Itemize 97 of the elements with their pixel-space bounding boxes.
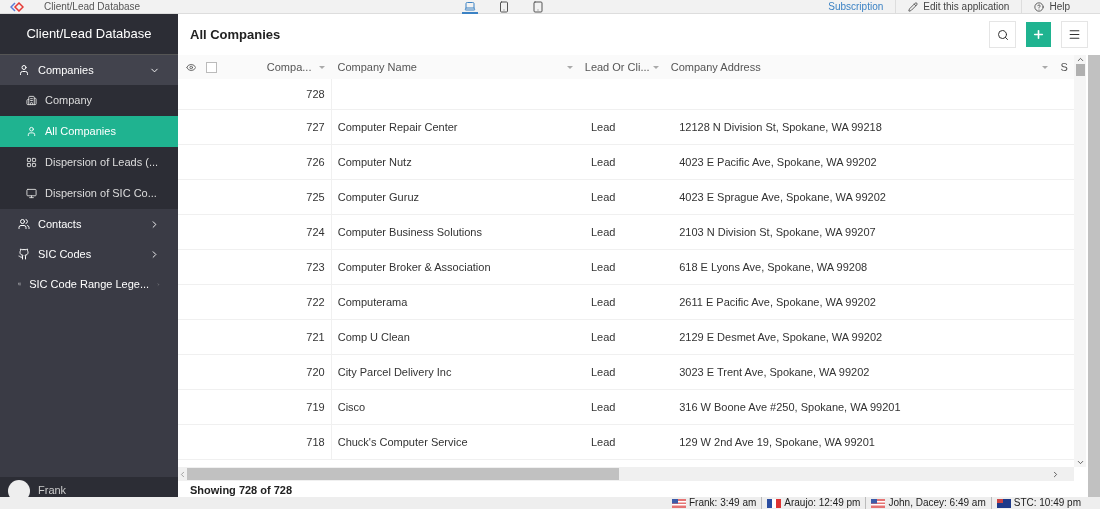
sidebar-subitem[interactable]: Company: [0, 85, 178, 116]
table-cell-text: 728: [306, 86, 325, 102]
sidebar-item[interactable]: SIC Code Range Lege...: [0, 269, 178, 299]
submenu-icon: [26, 126, 37, 137]
clock-label: Araujo: 12:49 pm: [784, 497, 861, 509]
table-cell-text: Computer Business Solutions: [337, 224, 482, 240]
sidebar-item[interactable]: Contacts: [0, 209, 178, 239]
sidebar-subitem[interactable]: Dispersion of Leads (...: [0, 147, 178, 178]
table-cell-text: Comp U Clean: [337, 329, 410, 345]
edit-link[interactable]: Edit this application: [895, 0, 1022, 13]
clock-label: STC: 10:49 pm: [1013, 497, 1081, 509]
table-cell: Lead: [591, 330, 616, 343]
select-all-checkbox[interactable]: [206, 61, 217, 73]
scroll-thumb[interactable]: [1075, 64, 1085, 76]
table-cell-text: 719: [306, 399, 325, 415]
sidebar-item[interactable]: SIC Codes: [0, 239, 178, 269]
scroll-up-icon: [1075, 55, 1085, 64]
search-icon: [996, 28, 1009, 41]
table-cell-text: 721: [306, 329, 325, 345]
column-header[interactable]: S: [1060, 58, 1068, 76]
user-name: Frank: [38, 482, 67, 498]
page-scrollbar[interactable]: [1088, 55, 1100, 497]
scroll-left-icon: [178, 469, 187, 479]
table-cell-text: Chuck's Computer Service: [337, 434, 468, 450]
table-cell: 12128 N Division St, Spokane, WA 99218: [679, 120, 882, 133]
sort-caret-icon[interactable]: [566, 65, 573, 69]
sidebar-title: Client/Lead Database: [0, 14, 178, 55]
add-button[interactable]: [1026, 22, 1051, 47]
table-cell: 618 E Lyons Ave, Spokane, WA 99208: [679, 260, 868, 273]
help-link[interactable]: Help: [1021, 0, 1082, 13]
flag-icon: [871, 498, 886, 508]
record-count: Showing 728 of 728: [190, 483, 293, 497]
table-cell: 4023 E Pacific Ave, Spokane, WA 99202: [679, 155, 877, 168]
sidebar-subitem[interactable]: Dispersion of SIC Co...: [0, 178, 178, 209]
vertical-scrollbar[interactable]: [1074, 55, 1086, 467]
table-cell: Lead: [591, 120, 616, 133]
table-cell-text: Computerama: [337, 294, 408, 310]
table-cell-text: Computer Broker & Association: [337, 259, 491, 275]
table-cell-text: 724: [306, 224, 325, 240]
table-cell-text: 723: [306, 259, 325, 275]
scroll-right-icon: [1051, 469, 1060, 479]
scroll-down-icon: [1075, 458, 1085, 467]
subscription-link[interactable]: Subscription: [816, 0, 896, 13]
page-title: All Companies: [190, 25, 282, 44]
clock-label: Frank: 3:49 am: [689, 497, 757, 509]
table-cell-text: 720: [306, 364, 325, 380]
flag-icon: [767, 498, 782, 508]
table-cell: 129 W 2nd Ave 19, Spokane, WA 99201: [679, 435, 875, 448]
table-cell-text: 725: [306, 189, 325, 205]
table-cell: 2611 E Pacific Ave, Spokane, WA 99202: [679, 295, 876, 308]
flag-icon: [996, 498, 1011, 508]
table-cell-text: City Parcel Delivery Inc: [337, 364, 452, 380]
table-cell: 316 W Boone Ave #250, Spokane, WA 99201: [679, 400, 901, 413]
plus-icon: [1032, 28, 1045, 41]
menu-button[interactable]: [1061, 21, 1088, 48]
table-cell: Lead: [591, 365, 616, 378]
flag-icon: [672, 498, 686, 508]
table-cell-text: Cisco: [337, 399, 366, 415]
table-cell-text: Computer Repair Center: [337, 119, 458, 135]
search-button[interactable]: [989, 21, 1016, 48]
visibility-icon: [186, 61, 197, 73]
column-header[interactable]: Company Address: [670, 58, 761, 76]
app-title: Client/Lead Database: [44, 0, 141, 14]
table-cell: Lead: [591, 260, 616, 273]
table-cell-text: Computer Nutz: [337, 154, 412, 170]
sort-caret-icon[interactable]: [652, 65, 659, 69]
table-cell: 4023 E Sprague Ave, Spokane, WA 99202: [679, 190, 886, 203]
help-icon: [1034, 1, 1045, 12]
table-cell: Lead: [591, 190, 616, 203]
table-cell-text: 722: [306, 294, 325, 310]
table-cell: Lead: [591, 225, 616, 238]
column-header[interactable]: Company Name: [337, 58, 417, 76]
column-header[interactable]: Compa...: [266, 58, 312, 76]
desktop-view-tab[interactable]: [462, 0, 479, 14]
column-header[interactable]: Lead Or Cli...: [584, 58, 650, 76]
table-cell: Lead: [591, 400, 616, 413]
table-cell: Lead: [591, 435, 616, 448]
pencil-icon: [908, 1, 919, 12]
submenu-icon: [26, 157, 37, 168]
clock-label: John, Dacey: 6:49 am: [888, 497, 986, 509]
sort-caret-icon[interactable]: [1042, 65, 1049, 69]
menu-icon: [1068, 28, 1081, 41]
table-cell-text: 726: [306, 154, 325, 170]
table-cell: Lead: [591, 295, 616, 308]
submenu-icon: [26, 188, 37, 199]
table-cell: 2103 N Division St, Spokane, WA 99207: [679, 225, 876, 238]
sort-caret-icon[interactable]: [319, 65, 326, 69]
table-cell: 2129 E Desmet Ave, Spokane, WA 99202: [679, 330, 883, 343]
table-cell-text: 718: [306, 434, 325, 450]
app-logo-icon: [10, 1, 24, 12]
horizontal-scrollbar[interactable]: [178, 467, 1074, 481]
table-cell: Lead: [591, 155, 616, 168]
submenu-icon: [26, 95, 37, 106]
table-cell: 3023 E Trent Ave, Spokane, WA 99202: [679, 365, 870, 378]
table-cell-text: Computer Guruz: [337, 189, 419, 205]
sidebar-item[interactable]: Companies: [0, 55, 178, 85]
table-cell-text: 727: [306, 119, 325, 135]
